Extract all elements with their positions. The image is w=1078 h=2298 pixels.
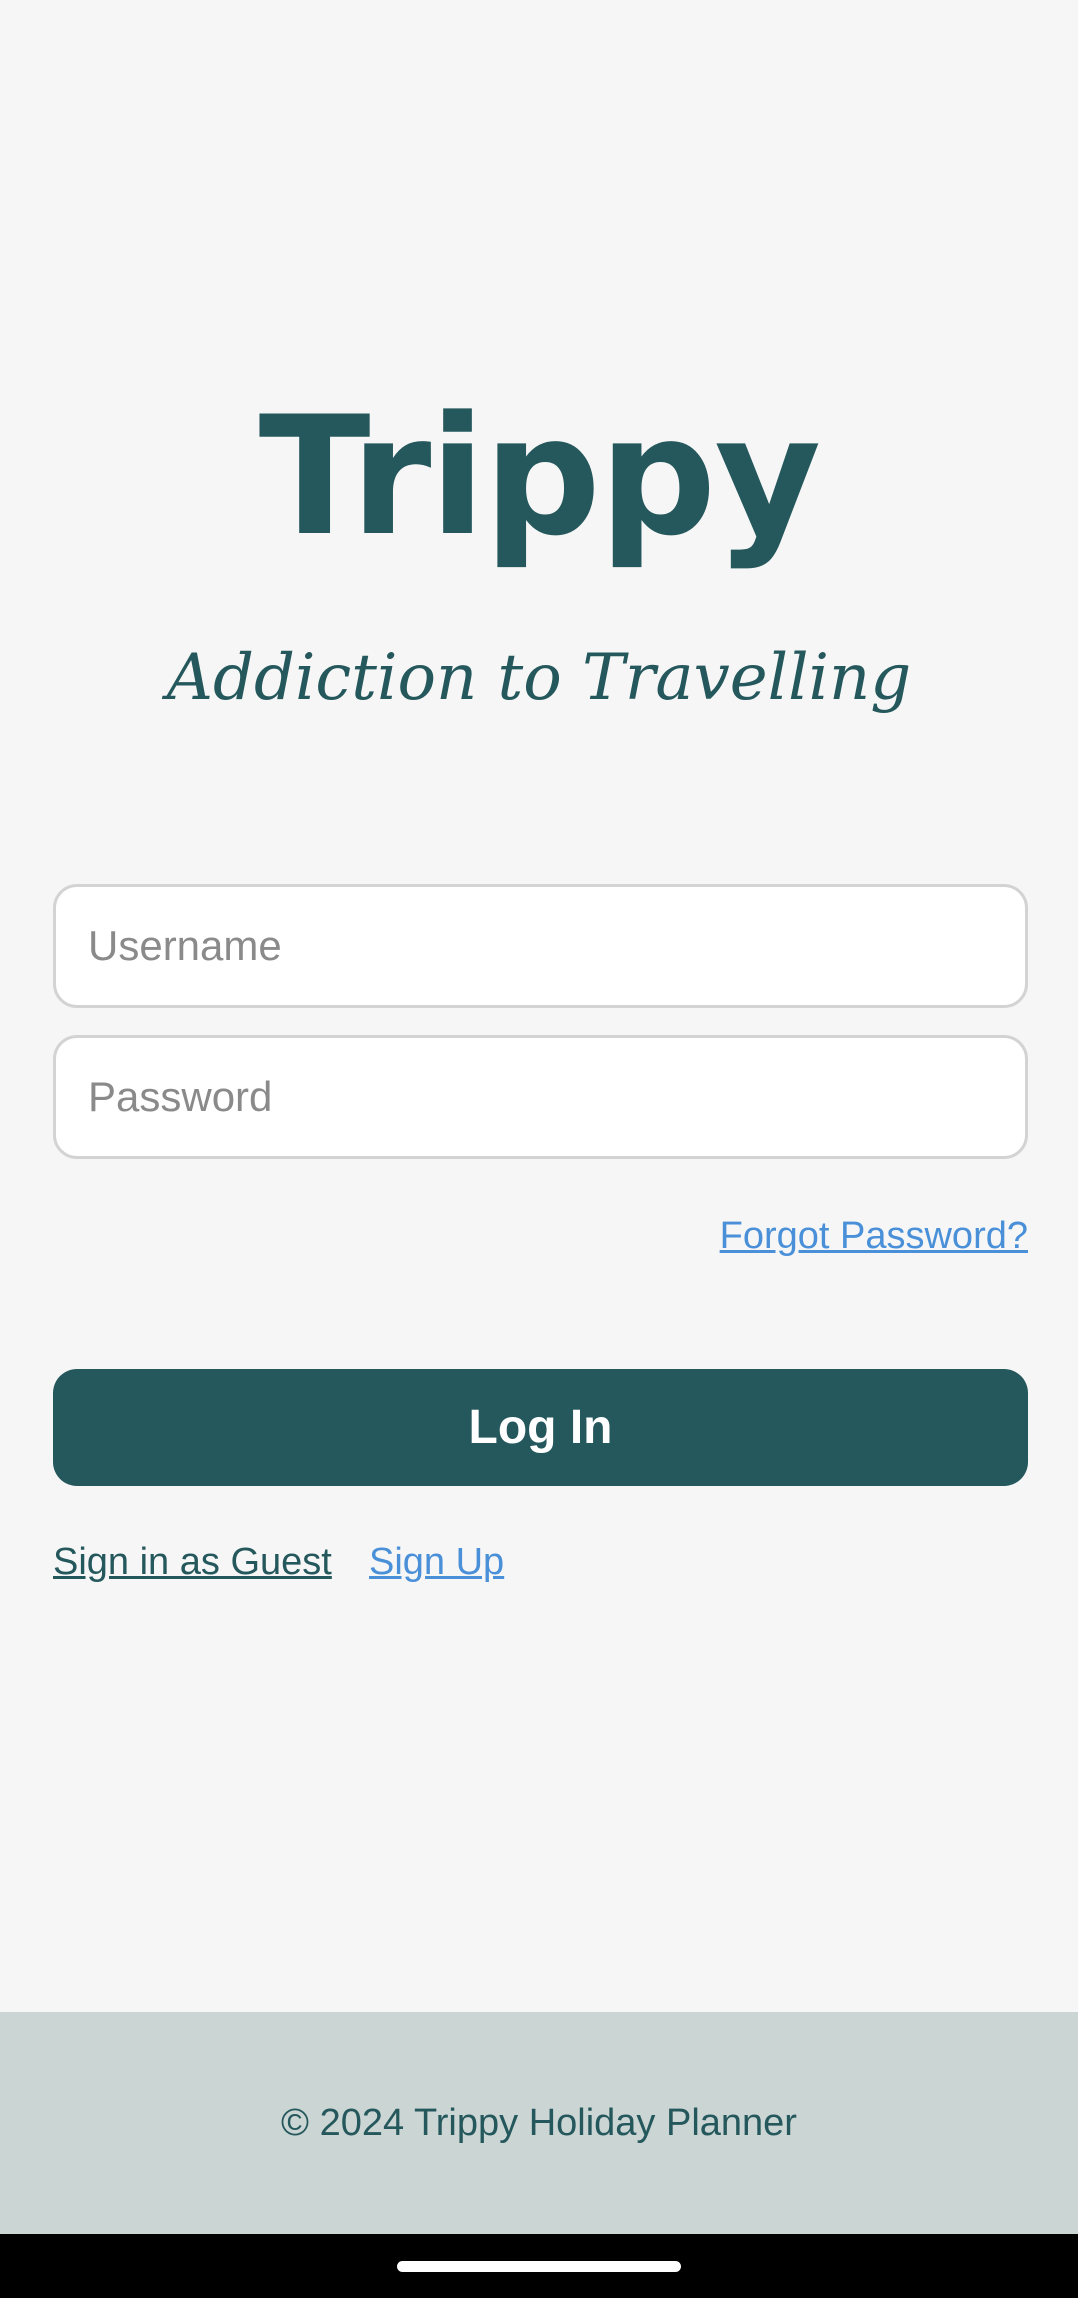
sign-in-as-guest-link[interactable]: Sign in as Guest: [53, 1541, 332, 1584]
password-input[interactable]: [53, 1035, 1028, 1159]
system-navigation-bar: [0, 2234, 1078, 2298]
footer-copyright: © 2024 Trippy Holiday Planner: [281, 2101, 797, 2144]
sign-up-link[interactable]: Sign Up: [369, 1541, 504, 1584]
login-button[interactable]: Log In: [53, 1369, 1028, 1486]
app-title: Trippy: [258, 381, 822, 572]
username-input[interactable]: [53, 884, 1028, 1008]
home-indicator[interactable]: [397, 2261, 681, 2272]
forgot-password-link[interactable]: Forgot Password?: [720, 1215, 1028, 1258]
footer: © 2024 Trippy Holiday Planner: [0, 2012, 1078, 2234]
login-screen: Trippy Addiction to Travelling Forgot Pa…: [0, 0, 1078, 2298]
app-tagline: Addiction to Travelling: [166, 641, 912, 715]
